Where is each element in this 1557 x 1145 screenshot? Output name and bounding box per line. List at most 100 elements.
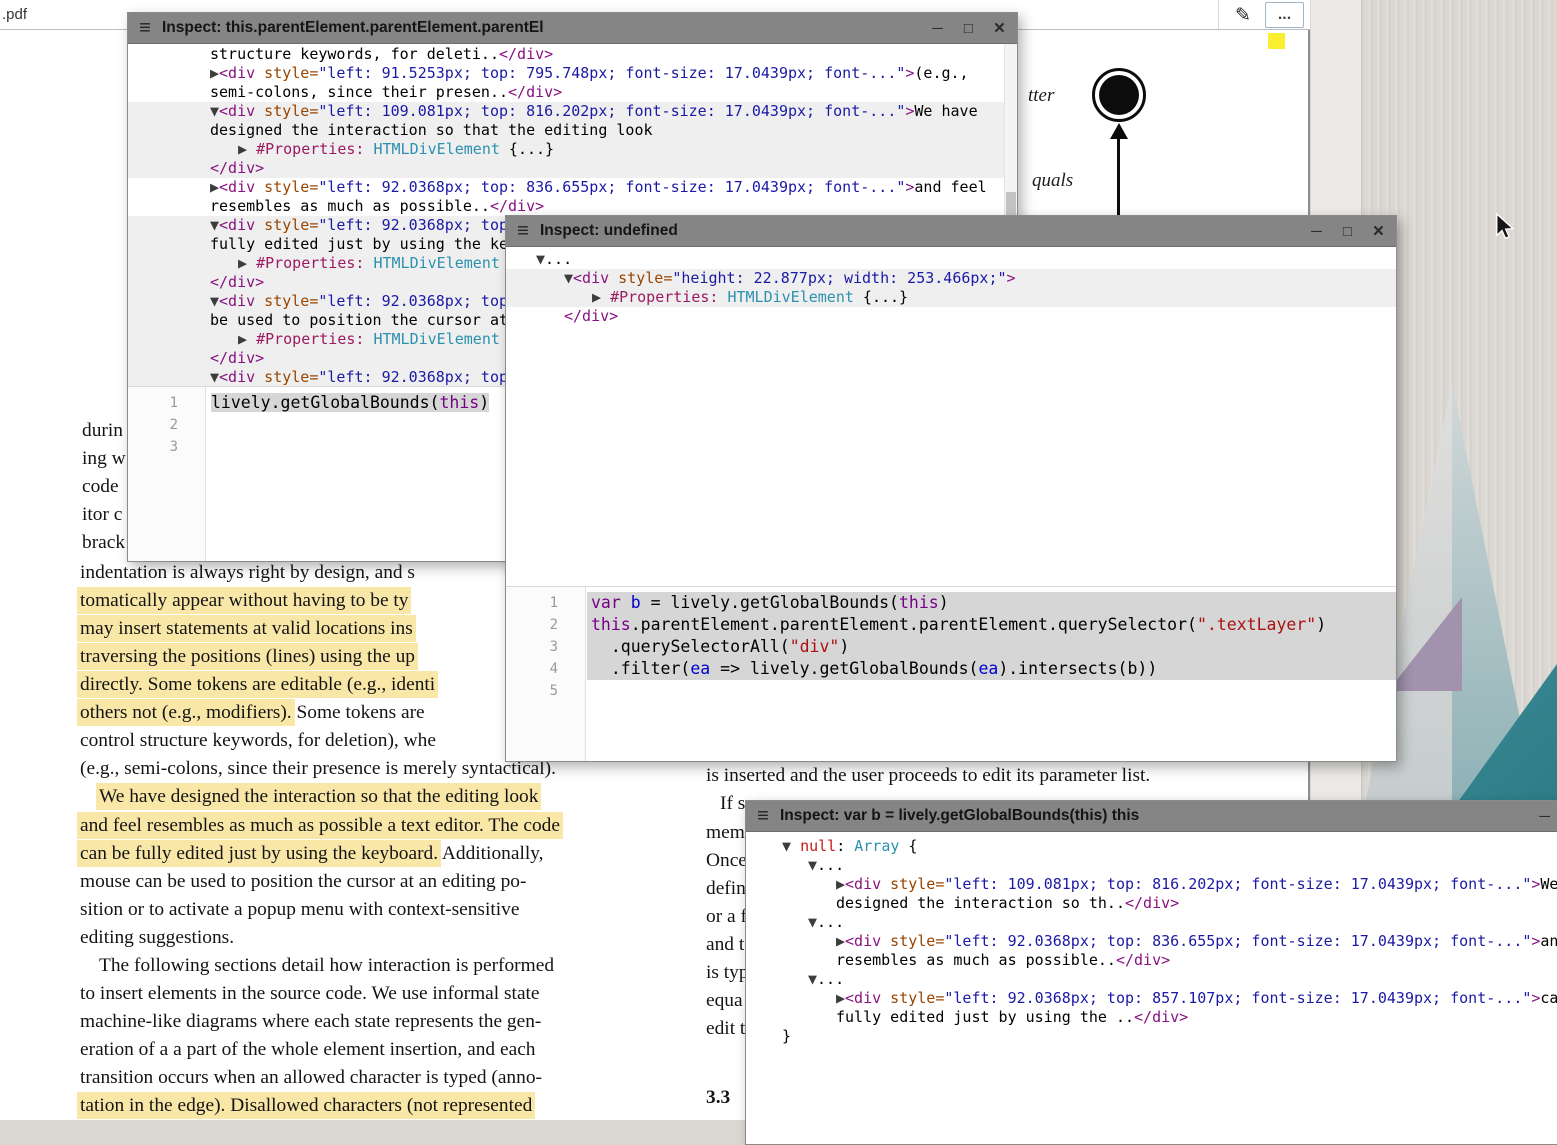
code-editor[interactable]: 12345 var b = lively.getGlobalBounds(thi…	[506, 586, 1396, 761]
tree-row[interactable]: ▶ #Properties: HTMLDivElement {...}	[128, 140, 1017, 159]
tree-row[interactable]: ▶<div style="left: 92.0368px; top: 836.6…	[746, 932, 1557, 951]
disclosure-arrow-icon[interactable]: ▶	[836, 989, 845, 1007]
close-button[interactable]: ×	[994, 19, 1005, 38]
disclosure-arrow-icon[interactable]: ▼	[808, 856, 817, 874]
disclosure-arrow-icon[interactable]: ▼	[210, 102, 219, 120]
pdf-text: transition occurs when an allowed charac…	[80, 1067, 542, 1088]
pdf-text-line: defin	[706, 876, 746, 902]
code-token	[621, 593, 631, 612]
disclosure-arrow-icon[interactable]: ▼	[782, 837, 800, 855]
pdf-text: (e.g., semi-colons, since their presence…	[80, 758, 556, 779]
tree-row[interactable]: fully edited just by using the ..</div>	[746, 1008, 1557, 1027]
minimize-button[interactable]: ─	[932, 21, 943, 36]
line-number: 3	[128, 436, 205, 458]
tree-row[interactable]: resembles as much as possible..</div>	[746, 951, 1557, 970]
code-token: "div"	[790, 637, 840, 656]
tree-row[interactable]: ▼<div style="height: 22.877px; width: 25…	[506, 269, 1396, 288]
tree-row[interactable]: designed the interaction so that the edi…	[128, 121, 1017, 140]
disclosure-arrow-icon[interactable]: ▼	[210, 216, 219, 234]
minimize-button[interactable]: ─	[1539, 809, 1550, 824]
disclosure-arrow-icon[interactable]: ▶	[238, 140, 256, 158]
disclosure-arrow-icon[interactable]: ▼	[536, 250, 545, 268]
disclosure-arrow-icon[interactable]: ▼	[564, 269, 573, 287]
code-token: structure keywords, for deleti..	[210, 45, 499, 63]
window-menu-icon[interactable]: ≡	[128, 17, 162, 40]
window-titlebar[interactable]: ≡ Inspect: this.parentElement.parentElem…	[128, 13, 1017, 44]
more-options-button[interactable]: ...	[1265, 2, 1304, 28]
tree-row[interactable]: resembles as much as possible..</div>	[128, 197, 1017, 216]
tree-row[interactable]: structure keywords, for deleti..</div>	[128, 45, 1017, 64]
maximize-button[interactable]: □	[964, 21, 973, 36]
tree-row[interactable]: </div>	[128, 159, 1017, 178]
minimize-button[interactable]: ─	[1311, 224, 1322, 239]
yellow-annotation-marker[interactable]	[1268, 33, 1285, 49]
disclosure-arrow-icon[interactable]: ▼	[210, 368, 219, 386]
code-line[interactable]: .querySelectorAll("div")	[587, 636, 1396, 658]
editor-gutter: 12345	[506, 587, 586, 761]
code-token: {...}	[854, 288, 908, 306]
code-token: and feel	[914, 178, 986, 196]
pdf-text-line: ing w	[82, 446, 126, 472]
annotate-pencil-button[interactable]: ✎	[1227, 2, 1259, 28]
pdf-text: eration of a a part of the whole element…	[80, 1039, 536, 1060]
tree-row[interactable]: ▼...	[506, 250, 1396, 269]
code-token: style=	[255, 64, 318, 82]
code-token: <div	[219, 216, 255, 234]
disclosure-arrow-icon[interactable]: ▶	[836, 932, 845, 950]
code-token: = lively.getGlobalBounds(	[641, 593, 899, 612]
code-line[interactable]: var b = lively.getGlobalBounds(this)	[587, 592, 1396, 614]
tree-row[interactable]: }	[746, 1027, 1557, 1046]
window-menu-icon[interactable]: ≡	[506, 220, 540, 243]
editor-code[interactable]: var b = lively.getGlobalBounds(this)this…	[587, 587, 1396, 761]
tree-row[interactable]: ▼...	[746, 970, 1557, 989]
maximize-button[interactable]: □	[1343, 224, 1352, 239]
tree-row[interactable]: ▼ null: Array {	[746, 837, 1557, 856]
tree-row[interactable]: ▼<div style="left: 109.081px; top: 816.2…	[128, 102, 1017, 121]
disclosure-arrow-icon[interactable]: ▶	[238, 330, 256, 348]
disclosure-arrow-icon[interactable]: ▶	[836, 875, 845, 893]
code-line[interactable]	[587, 680, 1396, 702]
tree-row[interactable]: ▶<div style="left: 91.5253px; top: 795.7…	[128, 64, 1017, 83]
code-token: "left: 92.0368px; top: 836.655px; font-s…	[944, 932, 1531, 950]
selected-code[interactable]: lively.getGlobalBounds(this)	[211, 393, 489, 412]
code-token: designed the interaction so th..	[836, 894, 1125, 912]
tree-row[interactable]: ▶ #Properties: HTMLDivElement {...}	[506, 288, 1396, 307]
code-line[interactable]: this.parentElement.parentElement.parentE…	[587, 614, 1396, 636]
pdf-text-line: editing suggestions.	[80, 925, 234, 951]
code-token: Array	[854, 837, 899, 855]
tree-row[interactable]: ▶<div style="left: 109.081px; top: 816.2…	[746, 875, 1557, 894]
line-number: 1	[128, 392, 205, 414]
disclosure-arrow-icon[interactable]: ▼	[808, 913, 817, 931]
line-number: 1	[506, 592, 585, 614]
window-titlebar[interactable]: ≡ Inspect: var b = lively.getGlobalBound…	[746, 801, 1557, 832]
pdf-text: Additionally,	[438, 843, 543, 864]
tree-row[interactable]: ▼...	[746, 856, 1557, 875]
disclosure-arrow-icon[interactable]: ▶	[210, 178, 219, 196]
code-token: and feel	[1540, 932, 1557, 950]
pdf-text-line: may insert statements at valid locations…	[80, 616, 413, 642]
pdf-text: machine-like diagrams where each state r…	[80, 1011, 541, 1032]
code-token: "left: 109.081px; top: 816.202px; font-s…	[944, 875, 1531, 893]
line-number: 5	[506, 680, 585, 702]
disclosure-arrow-icon[interactable]: ▶	[238, 254, 256, 272]
pdf-filename: .pdf	[2, 6, 27, 23]
code-token: "height: 22.877px; width: 253.466px;"	[672, 269, 1006, 287]
pdf-text-line: Once	[706, 848, 747, 874]
tree-row[interactable]: ▶<div style="left: 92.0368px; top: 857.1…	[746, 989, 1557, 1008]
tree-row[interactable]: </div>	[506, 307, 1396, 326]
disclosure-arrow-icon[interactable]: ▼	[808, 970, 817, 988]
window-titlebar[interactable]: ≡ Inspect: undefined ─ □ ×	[506, 216, 1396, 247]
disclosure-arrow-icon[interactable]: ▼	[210, 292, 219, 310]
code-token: :	[836, 837, 854, 855]
code-token: "left: 92.0368px; top: 836.655px; font-s…	[318, 178, 905, 196]
line-number: 2	[506, 614, 585, 636]
disclosure-arrow-icon[interactable]: ▶	[592, 288, 610, 306]
window-menu-icon[interactable]: ≡	[746, 805, 780, 828]
disclosure-arrow-icon[interactable]: ▶	[210, 64, 219, 82]
code-line[interactable]: .filter(ea => lively.getGlobalBounds(ea)…	[587, 658, 1396, 680]
tree-row[interactable]: ▶<div style="left: 92.0368px; top: 836.6…	[128, 178, 1017, 197]
tree-row[interactable]: designed the interaction so th..</div>	[746, 894, 1557, 913]
tree-row[interactable]: ▼...	[746, 913, 1557, 932]
tree-row[interactable]: semi-colons, since their presen..</div>	[128, 83, 1017, 102]
close-button[interactable]: ×	[1373, 222, 1384, 241]
